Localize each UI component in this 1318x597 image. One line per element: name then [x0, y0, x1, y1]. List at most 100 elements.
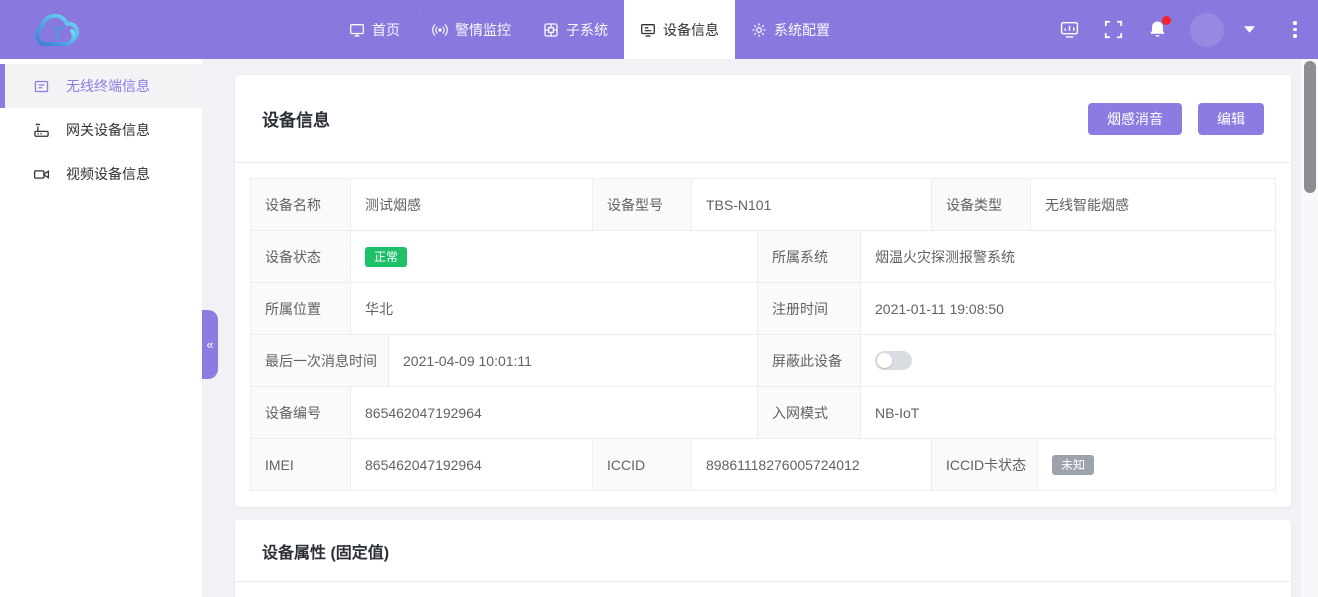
sidebar-item-label: 视频设备信息: [66, 164, 150, 184]
kebab-menu-icon: [1293, 21, 1297, 25]
table-row-basic: 设备名称 测试烟感 设备型号 TBS-N101 设备类型 无线智能烟感: [251, 179, 1275, 231]
status-badge-normal: 正常: [365, 247, 407, 267]
nav-item-system-config[interactable]: 系统配置: [735, 0, 846, 59]
nav-label: 设备信息: [663, 20, 719, 40]
device-attrs-card: 设备属性 (固定值): [235, 520, 1291, 597]
sidebar-item-gateway-device[interactable]: 网关设备信息: [0, 108, 202, 152]
field-value-register-time: 2021-01-11 19:08:50: [861, 283, 1275, 334]
field-value-imei: 865462047192964: [351, 439, 593, 490]
table-row-device-number: 设备编号 865462047192964 入网模式 NB-IoT: [251, 387, 1275, 439]
field-value-location: 华北: [351, 283, 758, 334]
nav-label: 子系统: [566, 20, 608, 40]
sidebar-item-label: 网关设备信息: [66, 120, 150, 140]
gateway-router-icon: [33, 122, 50, 139]
device-monitor-icon: [640, 22, 656, 38]
field-value-device-name: 测试烟感: [351, 179, 593, 230]
sidebar-item-label: 无线终端信息: [66, 76, 150, 96]
sidebar-collapse-handle[interactable]: «: [202, 310, 218, 379]
field-label-device-number: 设备编号: [251, 387, 351, 438]
kebab-menu-icon: [1293, 28, 1297, 32]
field-label-device-name: 设备名称: [251, 179, 351, 230]
more-menu-button[interactable]: [1284, 19, 1306, 41]
iccid-status-badge-unknown: 未知: [1052, 455, 1094, 475]
field-value-iccid-card-status: 未知: [1038, 439, 1275, 490]
video-camera-icon: [33, 166, 50, 183]
toggle-knob: [877, 353, 892, 368]
field-label-iccid: ICCID: [593, 439, 692, 490]
home-monitor-icon: [349, 22, 365, 38]
kebab-menu-icon: [1293, 34, 1297, 38]
topbar: T 首页 警情监控 子系统 设备信息: [0, 0, 1318, 59]
table-row-imei-iccid: IMEI 865462047192964 ICCID 8986111827600…: [251, 439, 1275, 491]
field-label-device-model: 设备型号: [593, 179, 692, 230]
scrollbar-track[interactable]: [1301, 59, 1318, 597]
field-label-device-type: 设备类型: [932, 179, 1031, 230]
field-label-register-time: 注册时间: [758, 283, 861, 334]
main-area: 无线终端信息 网关设备信息 视频设备信息 « 设备信息 烟感消音: [0, 59, 1318, 597]
main-nav: 首页 警情监控 子系统 设备信息 系统配置: [333, 0, 846, 59]
field-label-imei: IMEI: [251, 439, 351, 490]
field-value-device-status: 正常: [351, 231, 758, 282]
nav-item-device-info[interactable]: 设备信息: [624, 0, 735, 59]
shield-device-toggle[interactable]: [875, 351, 912, 370]
sidebar-item-wireless-terminal[interactable]: 无线终端信息: [0, 64, 202, 108]
field-value-network-mode: NB-IoT: [861, 387, 1275, 438]
app-logo: T: [28, 8, 94, 52]
nav-item-subsystem[interactable]: 子系统: [527, 0, 624, 59]
field-value-shield-device: [861, 335, 1275, 386]
table-row-last-message: 最后一次消息时间 2021-04-09 10:01:11 屏蔽此设备: [251, 335, 1275, 387]
subsystem-grid-icon: [543, 22, 559, 38]
nav-label: 警情监控: [455, 20, 511, 40]
device-attrs-header: 设备属性 (固定值): [235, 520, 1291, 582]
sidebar: 无线终端信息 网关设备信息 视频设备信息 «: [0, 59, 202, 597]
caret-down-icon: [1244, 26, 1255, 33]
nav-item-alarm-monitor[interactable]: 警情监控: [416, 0, 527, 59]
svg-text:T: T: [52, 23, 64, 43]
field-label-iccid-card-status: ICCID卡状态: [932, 439, 1038, 490]
field-label-location: 所属位置: [251, 283, 351, 334]
device-info-body: 设备名称 测试烟感 设备型号 TBS-N101 设备类型 无线智能烟感 设备状态…: [235, 163, 1291, 507]
fullscreen-icon: [1104, 20, 1123, 39]
smoke-mute-button[interactable]: 烟感消音: [1088, 103, 1182, 135]
topbar-actions: [1036, 0, 1306, 59]
field-value-iccid: 89861118276005724012: [692, 439, 932, 490]
fullscreen-button[interactable]: [1102, 19, 1124, 41]
nav-item-home[interactable]: 首页: [333, 0, 416, 59]
table-row-location: 所属位置 华北 注册时间 2021-01-11 19:08:50: [251, 283, 1275, 335]
device-info-card: 设备信息 烟感消音 编辑 设备名称 测试烟感 设备型号 TBS-N101 设备类…: [235, 75, 1291, 507]
field-value-last-message-time: 2021-04-09 10:01:11: [389, 335, 758, 386]
notification-badge-dot: [1162, 16, 1171, 25]
field-label-last-message-time: 最后一次消息时间: [251, 335, 389, 386]
data-screen-button[interactable]: [1058, 19, 1080, 41]
header-buttons: 烟感消音 编辑: [1088, 103, 1264, 135]
attrs-title: 设备属性 (固定值): [262, 539, 389, 563]
field-value-device-type: 无线智能烟感: [1031, 179, 1275, 230]
field-label-system: 所属系统: [758, 231, 861, 282]
field-value-device-model: TBS-N101: [692, 179, 932, 230]
field-label-network-mode: 入网模式: [758, 387, 861, 438]
notifications-button[interactable]: [1146, 19, 1168, 41]
terminal-device-icon: [33, 78, 50, 95]
page-title: 设备信息: [262, 106, 330, 131]
edit-button[interactable]: 编辑: [1198, 103, 1264, 135]
nav-label: 首页: [372, 20, 400, 40]
collapse-chevron-icon: «: [206, 337, 213, 352]
field-label-device-status: 设备状态: [251, 231, 351, 282]
gear-icon: [751, 22, 767, 38]
field-label-shield-device: 屏蔽此设备: [758, 335, 861, 386]
table-row-status: 设备状态 正常 所属系统 烟温火灾探测报警系统: [251, 231, 1275, 283]
device-attrs-body: [235, 582, 1291, 597]
device-info-table: 设备名称 测试烟感 设备型号 TBS-N101 设备类型 无线智能烟感 设备状态…: [250, 178, 1276, 491]
nav-label: 系统配置: [774, 20, 830, 40]
cloud-logo-icon: T: [28, 8, 94, 52]
user-avatar[interactable]: [1190, 13, 1224, 47]
user-menu-button[interactable]: [1238, 19, 1260, 41]
device-info-header: 设备信息 烟感消音 编辑: [235, 75, 1291, 163]
data-screen-icon: [1060, 20, 1079, 39]
scrollbar-thumb[interactable]: [1304, 61, 1316, 193]
sidebar-item-video-device[interactable]: 视频设备信息: [0, 152, 202, 196]
content-area: 设备信息 烟感消音 编辑 设备名称 测试烟感 设备型号 TBS-N101 设备类…: [202, 59, 1301, 597]
field-value-device-number: 865462047192964: [351, 387, 758, 438]
broadcast-icon: [432, 22, 448, 38]
field-value-system: 烟温火灾探测报警系统: [861, 231, 1275, 282]
